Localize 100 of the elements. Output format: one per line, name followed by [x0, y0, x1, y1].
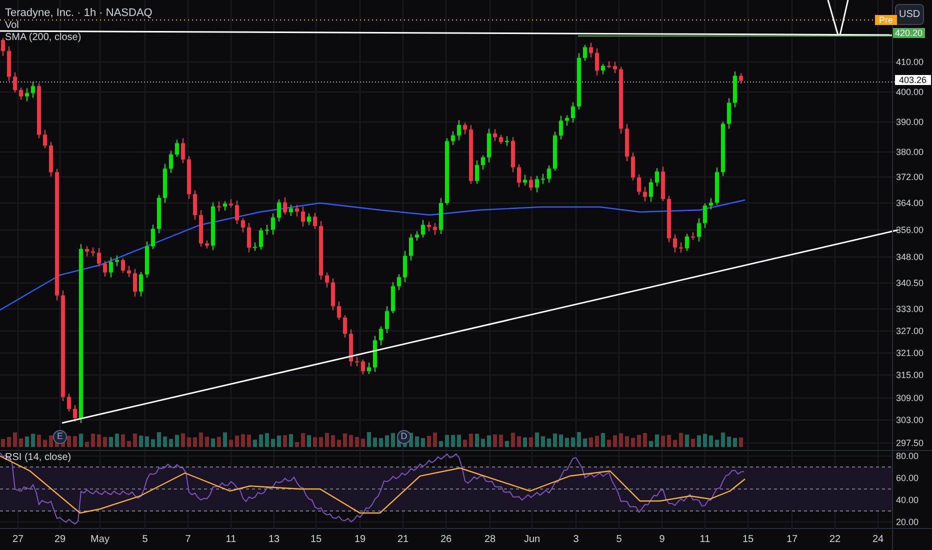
- candle: [265, 224, 269, 236]
- candle: [565, 114, 569, 126]
- currency-button[interactable]: USD: [895, 4, 924, 25]
- candle: [253, 242, 257, 252]
- volume-bar: [703, 434, 707, 447]
- volume-bar: [73, 436, 77, 447]
- candle: [577, 52, 581, 110]
- candle: [379, 326, 383, 346]
- candle: [715, 167, 719, 206]
- price-tick: 348.00: [896, 251, 924, 263]
- volume-bar: [85, 442, 89, 447]
- price-tick: 400.00: [896, 86, 924, 98]
- candle: [595, 48, 599, 76]
- volume-bar: [295, 442, 299, 447]
- candle: [433, 222, 437, 236]
- volume-bar: [625, 436, 629, 447]
- candle: [667, 195, 671, 243]
- candle: [103, 260, 107, 278]
- volume-bar: [739, 438, 743, 447]
- candle: [139, 271, 143, 297]
- candle: [7, 46, 11, 82]
- price-tick: 372.00: [896, 171, 924, 183]
- candle: [313, 212, 317, 230]
- candle: [289, 204, 293, 217]
- volume-bar: [667, 434, 671, 447]
- candle: [163, 163, 167, 204]
- volume-bar: [679, 432, 683, 447]
- candle: [493, 128, 497, 142]
- volume-bar: [7, 437, 11, 447]
- time-tick: 28: [484, 534, 496, 546]
- candle: [523, 174, 527, 186]
- candle: [331, 278, 335, 311]
- volume-bar: [421, 438, 425, 447]
- price-tick: 364.00: [896, 197, 924, 209]
- volume-bar: [535, 432, 539, 447]
- candle: [361, 358, 365, 375]
- volume-bar: [457, 434, 461, 447]
- candle: [85, 246, 89, 257]
- candle: [283, 196, 287, 216]
- candle: [337, 300, 341, 320]
- time-tick: 29: [54, 534, 66, 546]
- volume-bar: [415, 436, 419, 447]
- volume-bar: [187, 437, 191, 447]
- volume-bar: [523, 437, 527, 447]
- price-tick: 303.00: [896, 414, 924, 426]
- volume-bar: [79, 434, 83, 447]
- candle: [475, 160, 479, 184]
- price-tick: 297.50: [896, 437, 924, 449]
- volume-bar: [283, 435, 287, 447]
- volume-bar: [355, 437, 359, 447]
- time-tick: May: [90, 534, 110, 546]
- candle: [373, 335, 377, 372]
- candle: [655, 168, 659, 187]
- candle: [109, 256, 113, 278]
- time-tick: 21: [397, 534, 409, 546]
- candle: [463, 122, 467, 135]
- time-tick: 7: [185, 534, 191, 546]
- volume-bar: [253, 440, 257, 447]
- candle: [619, 66, 623, 134]
- volume-bar: [487, 435, 491, 447]
- volume-bar: [241, 434, 245, 447]
- volume-bar: [727, 436, 731, 447]
- volume-bar: [13, 432, 17, 447]
- candle: [241, 218, 245, 233]
- candle: [307, 212, 311, 226]
- candle: [25, 88, 29, 102]
- candle: [553, 131, 557, 172]
- candle: [727, 98, 731, 130]
- candle: [601, 63, 605, 75]
- volume-bar: [211, 438, 215, 447]
- candle: [325, 272, 329, 288]
- volume-bar: [235, 436, 239, 447]
- rsi-tick: 20.00: [896, 516, 919, 528]
- volume-bar: [361, 438, 365, 447]
- candle: [445, 138, 449, 206]
- candle: [487, 128, 491, 163]
- candle: [571, 102, 575, 124]
- time-tick: 15: [310, 534, 322, 546]
- candle: [49, 141, 53, 178]
- volume-bar: [709, 435, 713, 447]
- candle: [391, 282, 395, 314]
- candle: [343, 314, 347, 338]
- volume-bar: [529, 437, 533, 447]
- candle: [421, 219, 425, 238]
- volume-bar: [379, 438, 383, 447]
- price-tick: 380.00: [896, 146, 924, 158]
- volume-bar: [433, 432, 437, 447]
- volume-bar: [391, 433, 395, 447]
- volume-bar: [37, 434, 41, 447]
- candle: [529, 176, 533, 192]
- candle: [679, 242, 683, 254]
- indicator-label: SMA (200, close): [5, 32, 82, 44]
- volume-bar: [469, 434, 473, 447]
- candle: [127, 265, 131, 278]
- volume-bar: [175, 434, 179, 447]
- volume-bar: [655, 434, 659, 447]
- candle: [415, 230, 419, 242]
- volume-bar: [451, 434, 455, 447]
- volume-bar: [145, 436, 149, 447]
- volume-bar: [343, 433, 347, 447]
